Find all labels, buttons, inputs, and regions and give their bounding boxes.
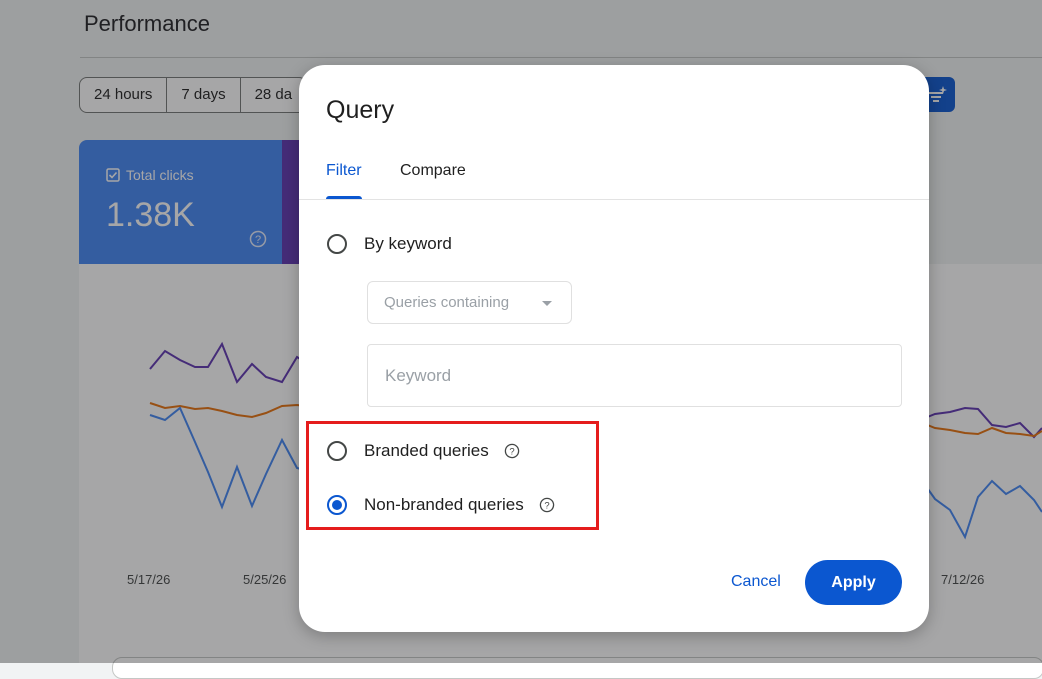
apply-button[interactable]: Apply	[805, 560, 902, 605]
dropdown-arrow-icon	[542, 301, 552, 306]
by-keyword-option[interactable]: By keyword	[327, 234, 452, 254]
keyword-input[interactable]	[367, 344, 902, 407]
match-type-value: Queries containing	[384, 294, 510, 311]
by-keyword-radio[interactable]	[327, 234, 347, 254]
by-keyword-label: By keyword	[364, 234, 452, 253]
dialog-title: Query	[326, 96, 395, 124]
query-filter-dialog: Query Filter Compare By keyword Queries …	[299, 65, 929, 632]
tab-filter[interactable]: Filter	[326, 162, 362, 180]
tab-compare[interactable]: Compare	[400, 162, 466, 180]
annotation-highlight-box	[306, 421, 599, 530]
match-type-select[interactable]: Queries containing	[367, 281, 572, 324]
tab-divider	[299, 199, 929, 200]
cancel-button[interactable]: Cancel	[731, 573, 781, 591]
